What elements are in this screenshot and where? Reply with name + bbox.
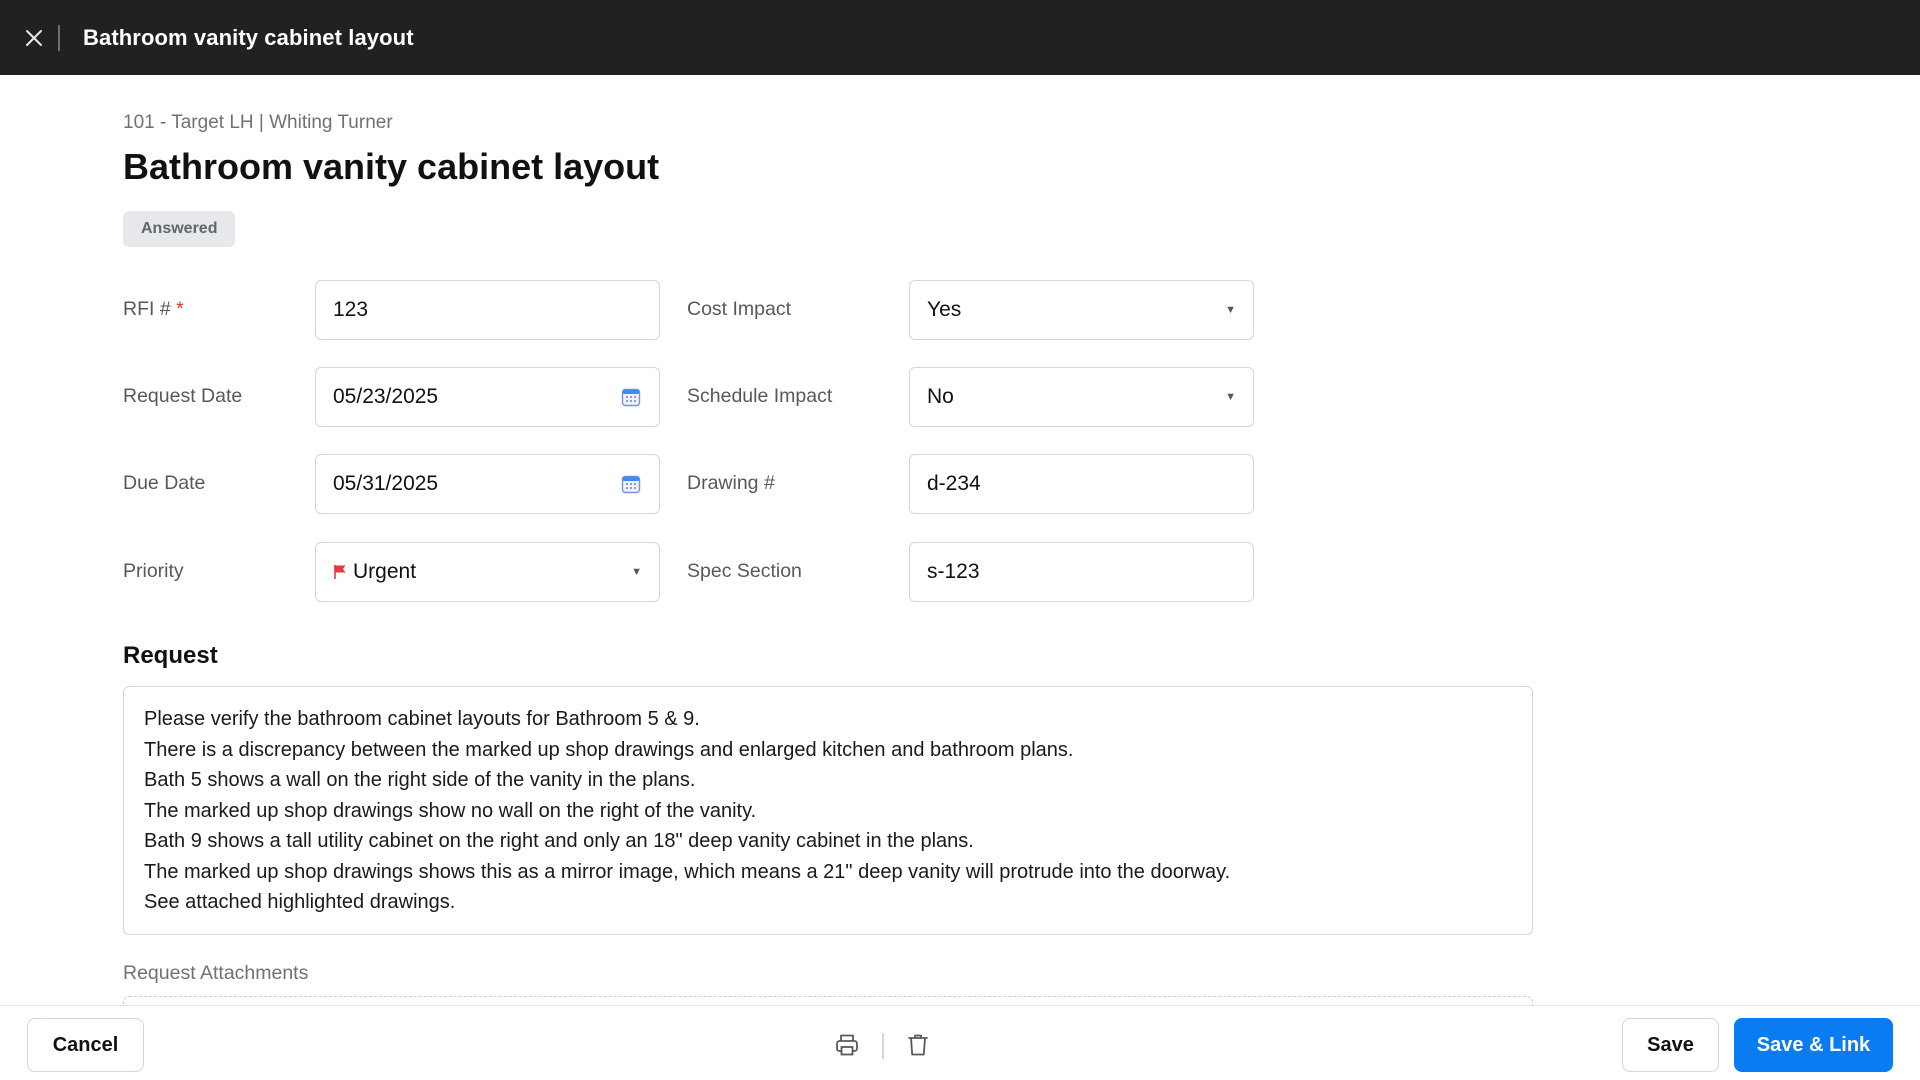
rfi-number-label-text: RFI # (123, 298, 171, 320)
print-icon (836, 1034, 858, 1056)
required-marker: * (176, 298, 184, 320)
request-line: Please verify the bathroom cabinet layou… (144, 708, 700, 730)
due-date-value: 05/31/2025 (333, 472, 439, 495)
request-date-label: Request Date (123, 385, 243, 407)
footer-divider (882, 1033, 884, 1059)
rfi-number-label: RFI # * (123, 298, 184, 321)
cancel-button[interactable]: Cancel (27, 1018, 144, 1072)
delete-button[interactable] (901, 1028, 935, 1062)
flag-icon (333, 564, 347, 580)
status-badge: Answered (123, 211, 236, 247)
calendar-icon[interactable] (620, 473, 642, 495)
request-line: Bath 5 shows a wall on the right side of… (144, 769, 696, 791)
rfi-number-value: 123 (333, 298, 369, 321)
close-icon (26, 29, 42, 46)
page-title: Bathroom vanity cabinet layout (123, 146, 660, 187)
request-line: Bath 9 shows a tall utility cabinet on t… (144, 830, 974, 852)
trash-icon (908, 1034, 928, 1056)
due-date-label: Due Date (123, 472, 206, 494)
spec-section-label: Spec Section (687, 560, 802, 582)
request-line: There is a discrepancy between the marke… (144, 738, 1074, 761)
request-heading: Request (123, 642, 218, 669)
cost-impact-value: Yes (927, 298, 962, 321)
request-line: The marked up shop drawings shows this a… (144, 860, 1231, 883)
window-title: Bathroom vanity cabinet layout (83, 24, 414, 50)
breadcrumb: 101 - Target LH | Whiting Turner (123, 112, 393, 133)
spec-section-input[interactable]: s-123 (909, 542, 1254, 602)
save-and-link-button[interactable]: Save & Link (1734, 1018, 1893, 1072)
drawing-number-label: Drawing # (687, 472, 775, 494)
print-button[interactable] (830, 1028, 864, 1062)
cost-impact-select[interactable]: Yes ▼ (909, 280, 1254, 340)
request-date-input[interactable]: 05/23/2025 (315, 367, 660, 427)
top-bar: Bathroom vanity cabinet layout (0, 0, 1920, 75)
request-attachments-label: Request Attachments (123, 962, 309, 984)
priority-select[interactable]: Urgent ▼ (315, 542, 660, 602)
spec-section-value: s-123 (927, 560, 980, 583)
drawing-number-value: d-234 (927, 472, 981, 495)
main-content: 101 - Target LH | Whiting Turner Bathroo… (0, 75, 1920, 1005)
schedule-impact-label: Schedule Impact (687, 385, 833, 407)
request-line: See attached highlighted drawings. (144, 891, 456, 913)
schedule-impact-value: No (927, 385, 954, 408)
priority-label: Priority (123, 560, 184, 582)
priority-value: Urgent (353, 560, 417, 583)
rfi-number-input[interactable]: 123 (315, 280, 660, 340)
calendar-icon[interactable] (620, 386, 642, 408)
cost-impact-label: Cost Impact (687, 298, 792, 320)
drawing-number-input[interactable]: d-234 (909, 454, 1254, 514)
save-button[interactable]: Save (1622, 1018, 1719, 1072)
chevron-down-icon: ▼ (631, 566, 642, 578)
request-line: The marked up shop drawings show no wall… (144, 799, 757, 822)
due-date-input[interactable]: 05/31/2025 (315, 454, 660, 514)
schedule-impact-select[interactable]: No ▼ (909, 367, 1254, 427)
footer-bar: Cancel Save Save & Link (0, 1005, 1920, 1080)
attachments-dropzone[interactable] (123, 996, 1533, 1005)
chevron-down-icon: ▼ (1225, 391, 1236, 403)
close-button[interactable] (14, 18, 54, 58)
request-textarea[interactable]: Please verify the bathroom cabinet layou… (123, 686, 1533, 935)
chevron-down-icon: ▼ (1225, 304, 1236, 316)
top-bar-divider (58, 24, 60, 51)
request-date-value: 05/23/2025 (333, 385, 439, 408)
